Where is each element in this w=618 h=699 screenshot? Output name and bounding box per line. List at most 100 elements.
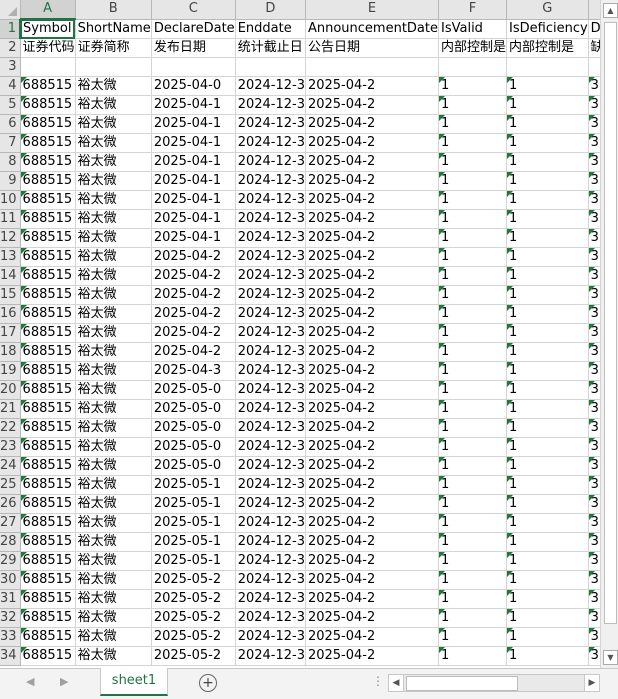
- cell-c10[interactable]: 2025-04-1: [151, 190, 236, 210]
- cell-a23[interactable]: 688515: [20, 437, 76, 457]
- cell-f18[interactable]: 1: [438, 342, 508, 362]
- cell-b15[interactable]: 裕太微: [75, 285, 152, 305]
- cell-h13[interactable]: 3: [588, 247, 600, 267]
- row-header[interactable]: 16: [0, 304, 21, 324]
- cell-b31[interactable]: 裕太微: [75, 589, 152, 609]
- cell-b26[interactable]: 裕太微: [75, 494, 152, 514]
- cell-h16[interactable]: 3: [588, 304, 600, 324]
- cell-c18[interactable]: 2025-04-2: [151, 342, 236, 362]
- cell-g28[interactable]: 1: [506, 532, 589, 552]
- row-header[interactable]: 8: [0, 152, 21, 172]
- cell-d5[interactable]: 2024-12-3: [235, 95, 306, 115]
- row-header[interactable]: 26: [0, 494, 21, 514]
- cell-b14[interactable]: 裕太微: [75, 266, 152, 286]
- cell-h31[interactable]: 3: [588, 589, 600, 609]
- cell-h7[interactable]: 3: [588, 133, 600, 153]
- cell-c19[interactable]: 2025-04-3: [151, 361, 236, 381]
- cell-h29[interactable]: 3: [588, 551, 600, 571]
- cell-e22[interactable]: 2025-04-2: [305, 418, 440, 438]
- cell-b30[interactable]: 裕太微: [75, 570, 152, 590]
- cell-a19[interactable]: 688515: [20, 361, 76, 381]
- cell-g23[interactable]: 1: [506, 437, 589, 457]
- cell-e2[interactable]: 公告日期: [305, 38, 440, 58]
- cell-a18[interactable]: 688515: [20, 342, 76, 362]
- row-header[interactable]: 31: [0, 589, 21, 609]
- cell-f1[interactable]: IsValid: [438, 19, 508, 39]
- cell-h18[interactable]: 3: [588, 342, 600, 362]
- cell-h34[interactable]: 3: [588, 646, 600, 666]
- cell-g24[interactable]: 1: [506, 456, 589, 476]
- cell-h3[interactable]: [588, 57, 600, 77]
- cell-f7[interactable]: 1: [438, 133, 508, 153]
- cell-c5[interactable]: 2025-04-1: [151, 95, 236, 115]
- cell-g20[interactable]: 1: [506, 380, 589, 400]
- cell-g30[interactable]: 1: [506, 570, 589, 590]
- cell-g14[interactable]: 1: [506, 266, 589, 286]
- vertical-scrollbar[interactable]: ▲ ▼: [600, 0, 618, 668]
- cell-a30[interactable]: 688515: [20, 570, 76, 590]
- cell-h5[interactable]: 3: [588, 95, 600, 115]
- cell-b18[interactable]: 裕太微: [75, 342, 152, 362]
- cell-a34[interactable]: 688515: [20, 646, 76, 666]
- cell-g7[interactable]: 1: [506, 133, 589, 153]
- cell-d15[interactable]: 2024-12-3: [235, 285, 306, 305]
- cell-e28[interactable]: 2025-04-2: [305, 532, 440, 552]
- cell-d20[interactable]: 2024-12-3: [235, 380, 306, 400]
- cell-f21[interactable]: 1: [438, 399, 508, 419]
- cell-b11[interactable]: 裕太微: [75, 209, 152, 229]
- row-header[interactable]: 9: [0, 171, 21, 191]
- cell-a17[interactable]: 688515: [20, 323, 76, 343]
- cell-h2[interactable]: 缺陷类型: [588, 38, 600, 58]
- cell-h1[interactable]: Deficiency: [588, 19, 600, 39]
- cell-g29[interactable]: 1: [506, 551, 589, 571]
- cell-g8[interactable]: 1: [506, 152, 589, 172]
- cell-a27[interactable]: 688515: [20, 513, 76, 533]
- cell-b33[interactable]: 裕太微: [75, 627, 152, 647]
- cell-d26[interactable]: 2024-12-3: [235, 494, 306, 514]
- select-all-corner[interactable]: [0, 0, 21, 20]
- cell-c9[interactable]: 2025-04-1: [151, 171, 236, 191]
- cell-h12[interactable]: 3: [588, 228, 600, 248]
- cell-b4[interactable]: 裕太微: [75, 76, 152, 96]
- cell-b3[interactable]: [75, 57, 152, 77]
- cell-b13[interactable]: 裕太微: [75, 247, 152, 267]
- cell-f5[interactable]: 1: [438, 95, 508, 115]
- cell-e4[interactable]: 2025-04-2: [305, 76, 440, 96]
- cell-a7[interactable]: 688515: [20, 133, 76, 153]
- cell-c26[interactable]: 2025-05-1: [151, 494, 236, 514]
- cell-f19[interactable]: 1: [438, 361, 508, 381]
- cell-e26[interactable]: 2025-04-2: [305, 494, 440, 514]
- cell-g15[interactable]: 1: [506, 285, 589, 305]
- row-header[interactable]: 1: [0, 19, 22, 39]
- cell-a16[interactable]: 688515: [20, 304, 76, 324]
- cell-f27[interactable]: 1: [438, 513, 508, 533]
- cell-e19[interactable]: 2025-04-2: [305, 361, 440, 381]
- cell-b10[interactable]: 裕太微: [75, 190, 152, 210]
- cell-g27[interactable]: 1: [506, 513, 589, 533]
- cell-b8[interactable]: 裕太微: [75, 152, 152, 172]
- cell-f28[interactable]: 1: [438, 532, 508, 552]
- cell-a8[interactable]: 688515: [20, 152, 76, 172]
- cell-b19[interactable]: 裕太微: [75, 361, 152, 381]
- cell-d9[interactable]: 2024-12-3: [235, 171, 306, 191]
- cell-f4[interactable]: 1: [438, 76, 508, 96]
- row-header[interactable]: 23: [0, 437, 21, 457]
- cell-e21[interactable]: 2025-04-2: [305, 399, 440, 419]
- cell-d14[interactable]: 2024-12-3: [235, 266, 306, 286]
- cell-c12[interactable]: 2025-04-1: [151, 228, 236, 248]
- cell-h27[interactable]: 3: [588, 513, 600, 533]
- row-header[interactable]: 10: [0, 190, 21, 210]
- cell-d29[interactable]: 2024-12-3: [235, 551, 306, 571]
- cell-e11[interactable]: 2025-04-2: [305, 209, 440, 229]
- cell-a15[interactable]: 688515: [20, 285, 76, 305]
- cell-e12[interactable]: 2025-04-2: [305, 228, 440, 248]
- cell-a32[interactable]: 688515: [20, 608, 76, 628]
- cell-b34[interactable]: 裕太微: [75, 646, 152, 666]
- cell-e5[interactable]: 2025-04-2: [305, 95, 440, 115]
- cell-f23[interactable]: 1: [438, 437, 508, 457]
- spreadsheet-grid[interactable]: ABCDEFGH 1SymbolShortNameDeclareDateEndd…: [0, 0, 600, 668]
- cell-g21[interactable]: 1: [506, 399, 589, 419]
- row-header[interactable]: 4: [0, 76, 21, 96]
- cell-e27[interactable]: 2025-04-2: [305, 513, 440, 533]
- cell-f31[interactable]: 1: [438, 589, 508, 609]
